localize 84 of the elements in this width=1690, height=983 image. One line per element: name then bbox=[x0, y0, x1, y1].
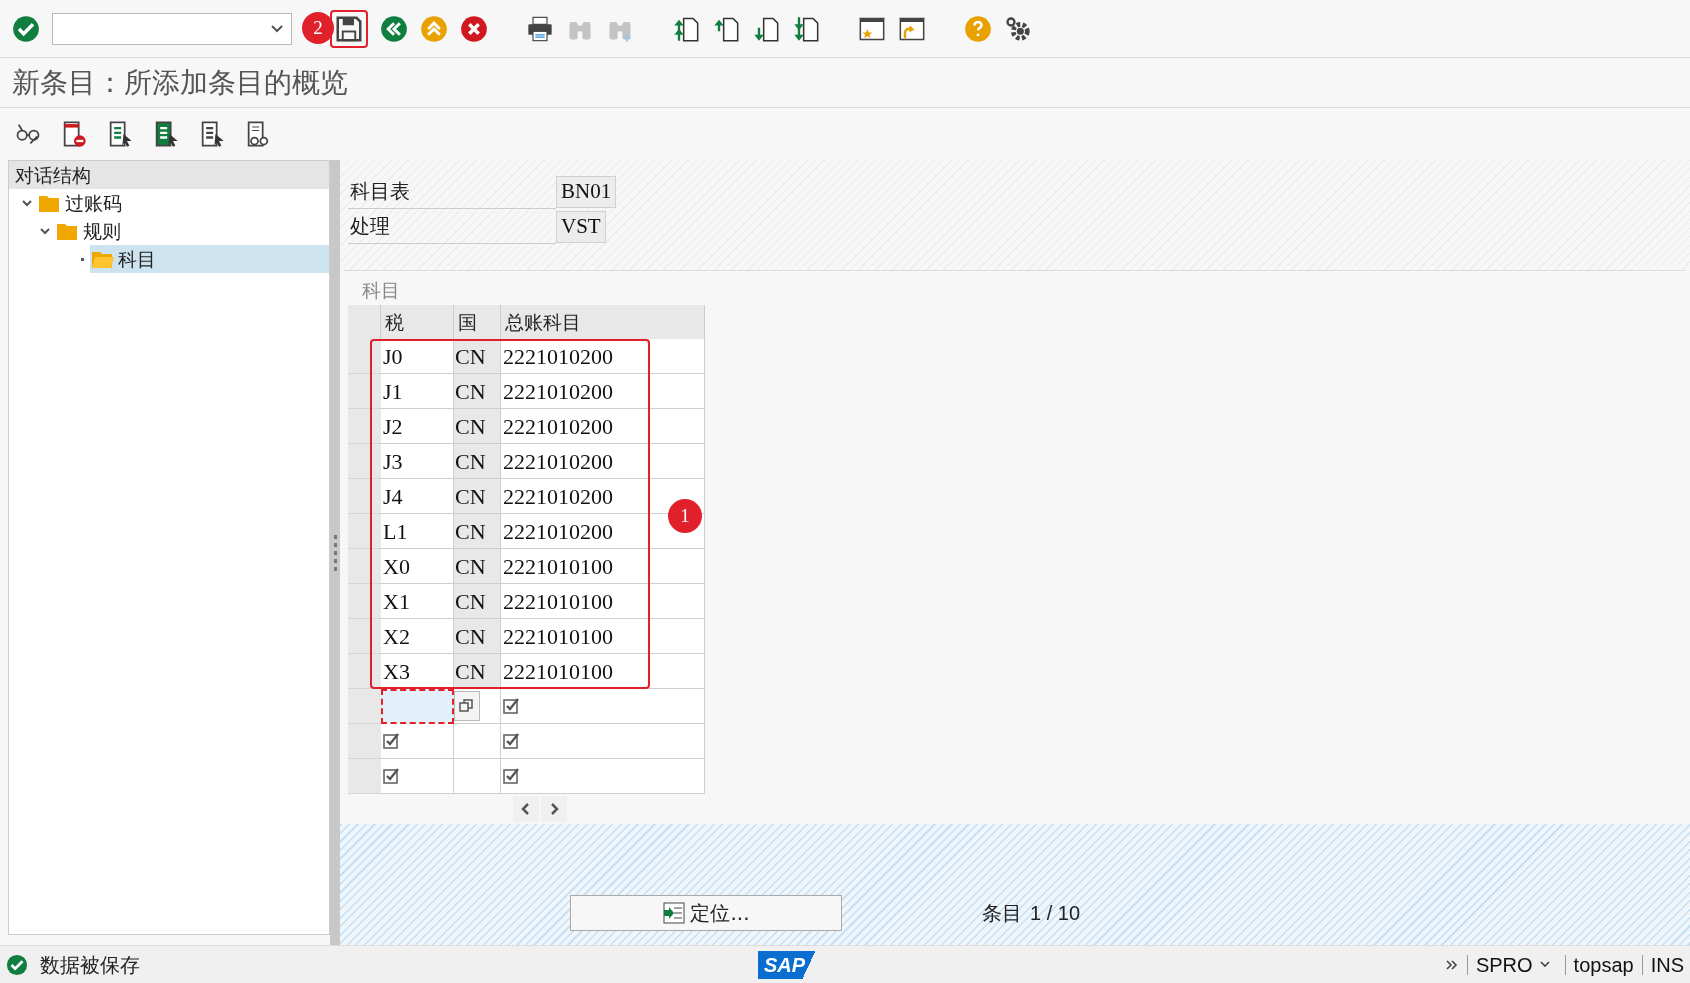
table-cell: J3 bbox=[381, 444, 454, 479]
table-cell: 2221010200 bbox=[501, 339, 705, 374]
scroll-right-button[interactable] bbox=[541, 796, 567, 822]
checkbox[interactable] bbox=[503, 732, 521, 750]
position-icon[interactable] bbox=[662, 902, 687, 924]
annotation-badge: 2 bbox=[302, 12, 334, 44]
expand-caret-icon[interactable] bbox=[21, 197, 33, 209]
cancel-icon[interactable] bbox=[460, 14, 488, 43]
row-selector[interactable] bbox=[348, 514, 381, 549]
input-field[interactable] bbox=[381, 689, 454, 724]
status-message: 数据被保存 bbox=[40, 951, 140, 979]
row-selector[interactable] bbox=[348, 409, 381, 444]
entry-counter: 条目 1 / 10 bbox=[982, 900, 1081, 927]
table-cell: CN bbox=[454, 514, 501, 549]
table-cell: 2221010100 bbox=[501, 619, 705, 654]
server-name: topsap bbox=[1573, 952, 1634, 978]
confirm-icon[interactable] bbox=[12, 14, 40, 43]
folder-icon bbox=[57, 222, 79, 240]
group-title: 科目 bbox=[361, 277, 401, 303]
chevron-right-icon[interactable] bbox=[549, 803, 559, 815]
success-icon bbox=[6, 953, 28, 976]
checkbox[interactable] bbox=[383, 732, 401, 750]
table-cell: J4 bbox=[381, 479, 454, 514]
table-cell: 2221010100 bbox=[501, 654, 705, 689]
settings-icon[interactable] bbox=[1004, 14, 1032, 43]
table-cell: CN bbox=[454, 444, 501, 479]
row-selector[interactable] bbox=[348, 374, 381, 409]
command-field[interactable] bbox=[52, 12, 292, 45]
tree-item[interactable]: 规则 bbox=[55, 217, 329, 245]
table-cell: CN bbox=[454, 619, 501, 654]
row-selector[interactable] bbox=[348, 584, 381, 619]
row-selector[interactable] bbox=[348, 479, 381, 514]
table-cell: CN bbox=[454, 339, 501, 374]
table-cell: 2221010100 bbox=[501, 549, 705, 584]
field-value: VST bbox=[556, 210, 606, 243]
value-help-icon[interactable] bbox=[454, 691, 480, 721]
dropdown-icon[interactable] bbox=[271, 24, 283, 33]
row-selector[interactable] bbox=[348, 619, 381, 654]
row-selector[interactable] bbox=[348, 339, 381, 374]
table-cell: J2 bbox=[381, 409, 454, 444]
expand-icon[interactable] bbox=[1444, 957, 1459, 972]
column-header[interactable]: 国 bbox=[454, 305, 501, 339]
checkbox[interactable] bbox=[503, 767, 521, 785]
dropdown-icon[interactable] bbox=[1538, 959, 1551, 970]
print-icon[interactable] bbox=[526, 14, 554, 43]
tree-item[interactable]: 科目 bbox=[90, 245, 329, 273]
table-cell: X2 bbox=[381, 619, 454, 654]
field-value: BN01 bbox=[556, 175, 617, 208]
row-selector[interactable] bbox=[348, 444, 381, 479]
scroll-left-button[interactable] bbox=[513, 796, 539, 822]
table-cell: 2221010200 bbox=[501, 444, 705, 479]
table-cell: L1 bbox=[381, 514, 454, 549]
column-header[interactable]: 税 bbox=[381, 305, 454, 339]
folder-icon bbox=[39, 194, 61, 212]
table-cell: X0 bbox=[381, 549, 454, 584]
tree-item[interactable]: 过账码 bbox=[37, 189, 329, 217]
table-cell: CN bbox=[454, 654, 501, 689]
table-cell: J0 bbox=[381, 339, 454, 374]
expand-caret-icon[interactable] bbox=[39, 225, 51, 237]
table-cell: CN bbox=[454, 549, 501, 584]
checkbox[interactable] bbox=[503, 697, 521, 715]
transaction-code: SPRO bbox=[1475, 952, 1533, 978]
position-button[interactable]: 定位... bbox=[570, 895, 842, 931]
table-cell: J1 bbox=[381, 374, 454, 409]
screen-title: 新条目：所添加条目的概览 bbox=[12, 64, 348, 101]
panel-header: 对话结构 bbox=[9, 161, 329, 189]
table-cell: 2221010200 bbox=[501, 374, 705, 409]
row-selector[interactable] bbox=[348, 549, 381, 584]
table-cell: CN bbox=[454, 374, 501, 409]
table-cell: X1 bbox=[381, 584, 454, 619]
table-cell: 2221010200 bbox=[501, 409, 705, 444]
folder-icon bbox=[92, 250, 114, 268]
table-cell: CN bbox=[454, 479, 501, 514]
table-cell: 2221010100 bbox=[501, 584, 705, 619]
row-selector[interactable] bbox=[348, 654, 381, 689]
input-mode: INS bbox=[1650, 952, 1684, 978]
table-cell: CN bbox=[454, 584, 501, 619]
chevron-left-icon[interactable] bbox=[521, 803, 531, 815]
checkbox[interactable] bbox=[383, 767, 401, 785]
tree-bullet-icon bbox=[81, 257, 84, 261]
page-down-icon[interactable] bbox=[792, 14, 820, 43]
table-cell: CN bbox=[454, 409, 501, 444]
back-icon[interactable] bbox=[380, 14, 408, 43]
table-cell: X3 bbox=[381, 654, 454, 689]
